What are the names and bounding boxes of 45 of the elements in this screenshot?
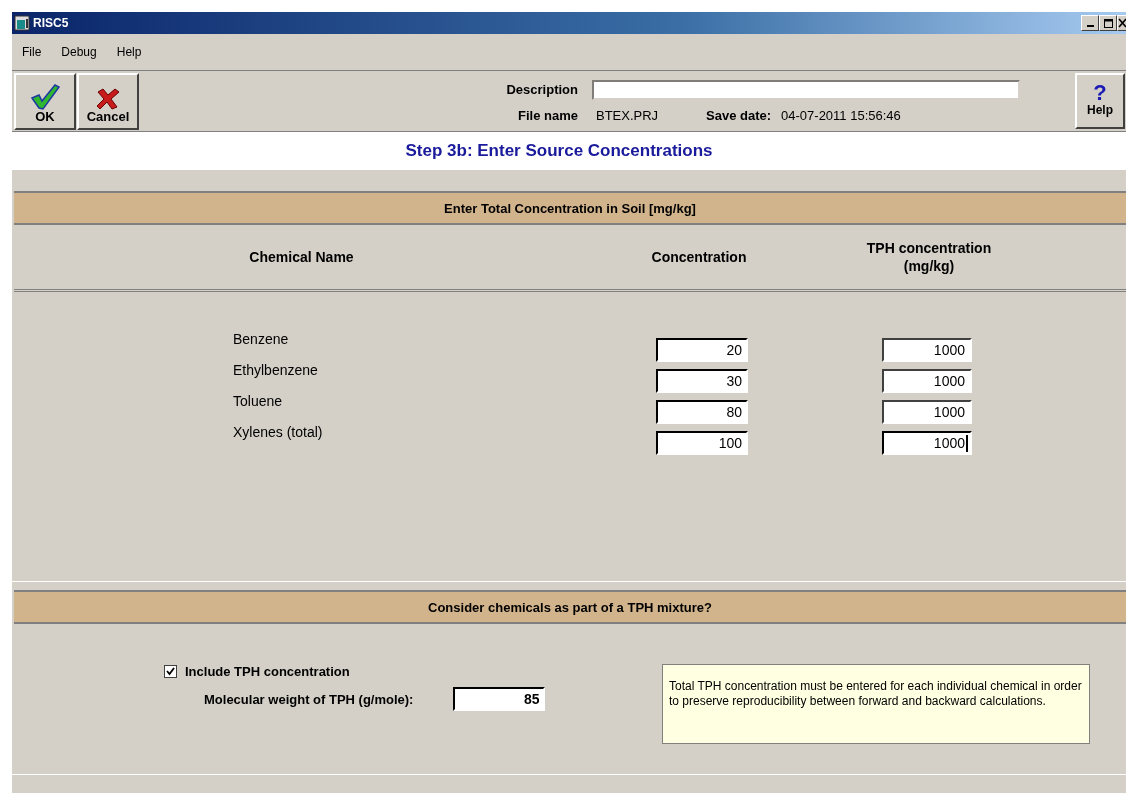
chemical-name: Xylenes (total) (233, 424, 323, 440)
minimize-icon (1086, 25, 1094, 27)
column-header: TPH concentration (mg/kg) (866, 239, 992, 275)
menu-item[interactable]: Help (116, 45, 142, 59)
close-icon (1118, 18, 1126, 28)
section-header: Consider chemicals as part of a TPH mixture? (14, 590, 1126, 624)
app-icon (14, 15, 30, 31)
chemical-name: Ethylbenzene (233, 362, 318, 378)
maximize-button[interactable] (1099, 15, 1117, 31)
step-title: Step 3b: Enter Source Concentrations (405, 141, 713, 161)
save-date-value: 04-07-2011 15:56:46 (781, 107, 901, 123)
file-name-value: BTEX.PRJ (596, 107, 660, 123)
maximize-icon (1103, 18, 1113, 28)
molecular-weight-label: Molecular weight of TPH (g/mole): (204, 691, 414, 707)
window-title: RISC5 (33, 16, 69, 30)
close-button[interactable] (1117, 15, 1126, 31)
tph-concentration-field[interactable]: 1000 (882, 369, 972, 393)
menu-item[interactable]: File (22, 45, 42, 59)
cancel-button[interactable]: Cancel (77, 72, 139, 130)
checkbox[interactable] (164, 665, 177, 678)
x-icon (95, 87, 121, 110)
section-header: Enter Total Concentration in Soil [mg/kg] (14, 191, 1126, 225)
menu-item[interactable]: Debug (61, 45, 97, 59)
concentration-field[interactable]: 100 (656, 431, 748, 455)
ok-button[interactable]: OK (14, 72, 76, 130)
note-text: Total TPH concentration must be entered for each individual chemical in order to preserve reproducibility between forward and backward calculations. (669, 679, 1083, 709)
description-label: Description (505, 82, 579, 97)
description-field[interactable] (592, 79, 1020, 100)
save-date-label: Save date: (706, 107, 772, 123)
checkbox-label[interactable]: Include TPH concentration (185, 664, 350, 679)
tph-concentration-field[interactable]: 1000 (882, 338, 972, 362)
concentration-field[interactable]: 80 (656, 400, 748, 424)
concentration-field[interactable]: 20 (656, 338, 748, 362)
concentration-field[interactable]: 30 (656, 369, 748, 393)
file-name-label: File name (517, 107, 579, 123)
tph-concentration-field[interactable]: 1000 (882, 431, 972, 455)
chemical-name: Toluene (233, 393, 283, 409)
column-header: Concentration (651, 248, 747, 266)
column-header: Chemical Name (249, 248, 354, 266)
checkmark-icon (30, 83, 60, 110)
minimize-button[interactable] (1081, 15, 1099, 31)
chemical-name: Benzene (233, 331, 289, 347)
tph-concentration-field[interactable]: 1000 (882, 400, 972, 424)
help-button[interactable]: ? Help (1075, 73, 1125, 129)
molecular-weight-field[interactable]: 85 (453, 687, 546, 711)
